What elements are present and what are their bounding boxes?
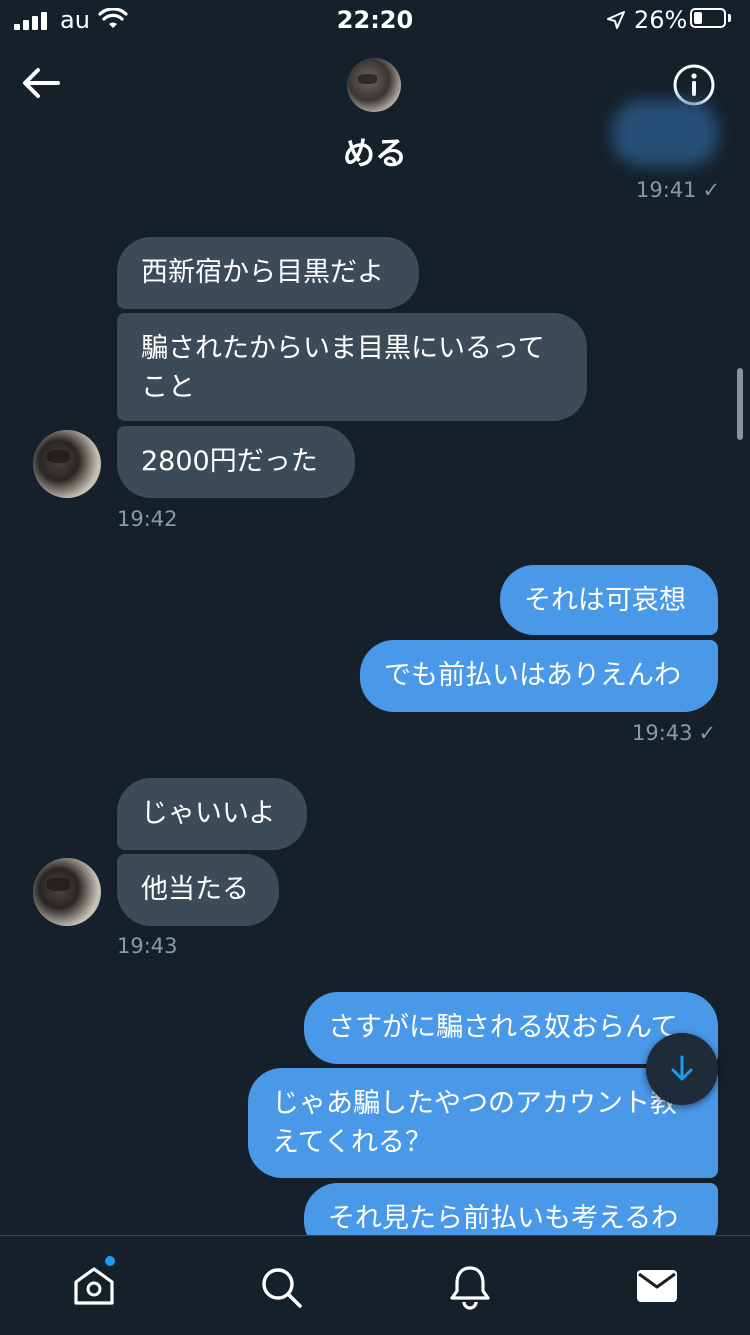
- notifications-icon: [450, 1266, 490, 1310]
- previous-message-bubble: [612, 100, 718, 166]
- bottom-tab-bar: [0, 1235, 750, 1335]
- search-icon: [262, 1268, 302, 1308]
- battery-icon: [690, 8, 732, 30]
- sent-message[interactable]: でも前払いはありえんわ: [360, 640, 718, 712]
- scrollbar[interactable]: [737, 368, 743, 440]
- tab-messages[interactable]: [597, 1236, 717, 1335]
- received-message[interactable]: 西新宿から目黒だよ: [117, 237, 419, 309]
- location-arrow-icon: [607, 11, 625, 29]
- scroll-to-bottom-button[interactable]: [646, 1033, 718, 1105]
- received-message[interactable]: じゃいいよ: [117, 778, 307, 850]
- received-message[interactable]: 2800円だった: [117, 426, 355, 498]
- sent-message[interactable]: それは可哀想: [500, 565, 718, 635]
- messages-icon: [637, 1270, 677, 1302]
- home-icon: [74, 1267, 114, 1305]
- back-arrow-icon[interactable]: [22, 67, 60, 99]
- header-avatar[interactable]: [347, 58, 401, 112]
- battery-percent: 26%: [634, 6, 688, 34]
- tab-search[interactable]: [220, 1236, 340, 1335]
- received-message[interactable]: 他当たる: [117, 854, 279, 926]
- message-time: 19:43: [117, 934, 178, 958]
- sender-avatar[interactable]: [33, 858, 101, 926]
- received-message[interactable]: 騙されたからいま目黒にいるって こと: [117, 313, 587, 421]
- message-time: 19:43 ✓: [632, 721, 717, 745]
- message-time: 19:42: [117, 507, 178, 531]
- notification-dot: [105, 1256, 115, 1266]
- tab-notifications[interactable]: [410, 1236, 530, 1335]
- sender-avatar[interactable]: [33, 430, 101, 498]
- sent-message[interactable]: じゃあ騙したやつのアカウント教 えてくれる？: [248, 1068, 718, 1178]
- message-time: 19:41 ✓: [636, 178, 721, 202]
- tab-home[interactable]: [34, 1236, 154, 1335]
- arrow-down-icon: [671, 1055, 693, 1081]
